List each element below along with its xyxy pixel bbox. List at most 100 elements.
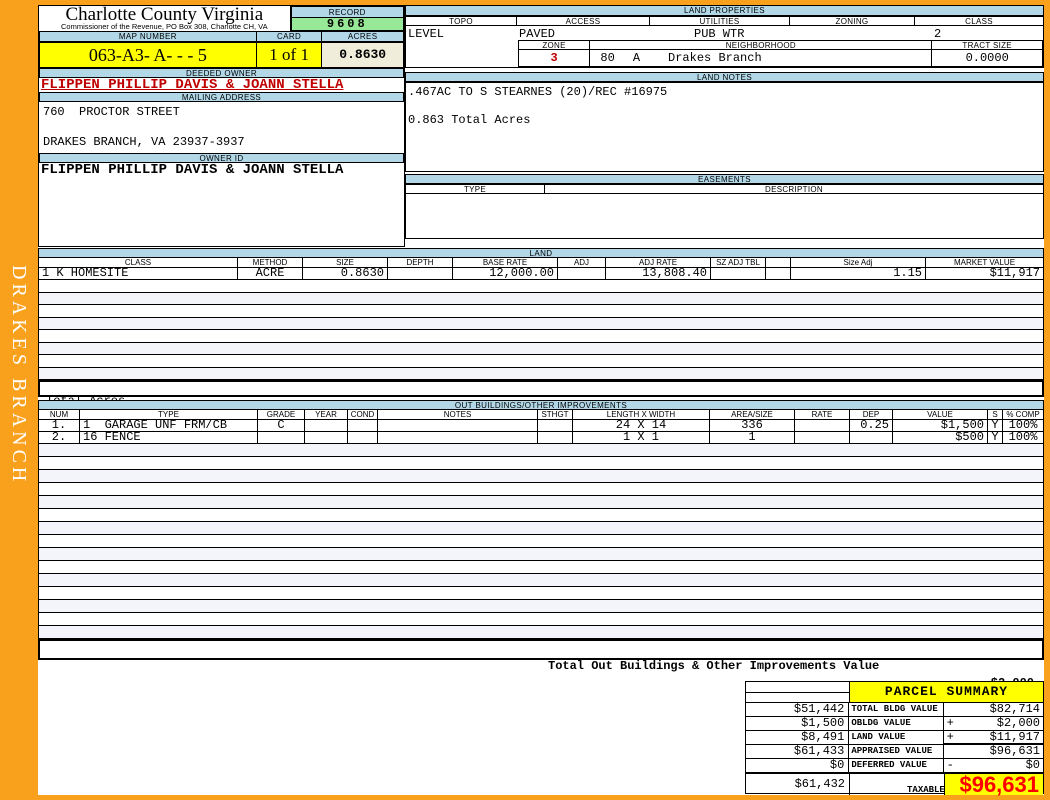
- out-empty-row: [38, 574, 1044, 587]
- out-empty-row: [38, 600, 1044, 613]
- land-depth-value: [388, 268, 453, 280]
- land-base-rate-value: 12,000.00: [453, 268, 558, 280]
- summary-prior-empty-cell: [746, 682, 849, 693]
- land-col-blank: [766, 258, 791, 268]
- out-area-size: 1: [710, 432, 795, 444]
- owner-id-label: OWNER ID: [39, 153, 404, 163]
- owner-header-block: Charlotte County Virginia Commissioner o…: [38, 5, 405, 247]
- acres-label: ACRES: [322, 31, 404, 42]
- county-title-box: Charlotte County Virginia Commissioner o…: [39, 6, 291, 31]
- out-pct-comp: 100%: [1003, 432, 1044, 444]
- mailing-address-box: 760 PROCTOR STREET DRAKES BRANCH, VA 239…: [39, 102, 404, 153]
- land-col-base-rate: BASE RATE: [453, 258, 558, 268]
- class-value: 2: [934, 27, 942, 41]
- easement-description-header: DESCRIPTION: [545, 184, 1044, 194]
- out-type: 16 FENCE: [80, 432, 258, 444]
- tract-size-label: TRACT SIZE: [932, 40, 1043, 50]
- out-empty-row: [38, 496, 1044, 509]
- parcel-summary-title: PARCEL SUMMARY: [850, 682, 1043, 702]
- summary-row: $0 DEFERRED VALUE - $0: [746, 759, 1043, 773]
- out-empty-row: [38, 626, 1044, 639]
- out-total-label: Total Out Buildings & Other Improvements…: [548, 659, 880, 673]
- prior-land: $8,491: [746, 731, 850, 744]
- neighborhood-label: NEIGHBORHOOD: [590, 40, 933, 50]
- out-cond: [348, 432, 378, 444]
- easements-title: EASEMENTS: [405, 174, 1044, 184]
- card-label: CARD: [256, 31, 323, 42]
- taxable-label: TAXABLE VALUE: [850, 774, 945, 795]
- summary-row: $61,433 APPRAISED VALUE $96,631: [746, 743, 1044, 759]
- out-area-size: 336: [710, 420, 795, 432]
- land-col-adj-rate: ADJ RATE: [606, 258, 711, 268]
- deferred-value: $0: [1025, 758, 1041, 772]
- neighborhood-name: Drakes Branch: [668, 51, 762, 65]
- card-value: 1 of 1: [256, 42, 323, 68]
- out-empty-row: [38, 613, 1044, 626]
- land-sz-adj-tbl-value: [711, 268, 766, 280]
- prior-total-bldg: $51,442: [746, 703, 850, 716]
- out-empty-row: [38, 483, 1044, 496]
- out-building-row: 2. 16 FENCE 1 X 1 1 $500 Y 100%: [38, 432, 1044, 444]
- out-col-pct-comp: % COMP: [1003, 410, 1044, 420]
- out-dep: [850, 432, 893, 444]
- easements-empty-box: [405, 194, 1044, 239]
- out-col-length-width: LENGTH X WIDTH: [573, 410, 710, 420]
- land-value-label: LAND VALUE: [849, 731, 944, 744]
- land-empty-row: [38, 342, 1044, 355]
- land-note-line2: 0.863 Total Acres: [408, 113, 531, 127]
- land-properties-title: LAND PROPERTIES: [405, 5, 1044, 16]
- land-empty-row: [38, 292, 1044, 305]
- land-adj-value: [558, 268, 606, 280]
- total-bldg-label: TOTAL BLDG VALUE: [849, 703, 944, 716]
- easement-type-header: TYPE: [405, 184, 545, 194]
- out-rate: [795, 432, 850, 444]
- appraised-op: [943, 743, 962, 758]
- out-col-grade: GRADE: [258, 410, 305, 420]
- land-size-value: 0.8630: [303, 268, 388, 280]
- out-col-cond: COND: [348, 410, 378, 420]
- out-col-s: S: [988, 410, 1003, 420]
- land-properties-block: LAND PROPERTIES TOPO ACCESS UTILITIES ZO…: [405, 5, 1044, 239]
- land-notes-box: .467AC TO S STEARNES (20)/REC #16975 0.8…: [405, 82, 1044, 172]
- out-col-notes: NOTES: [378, 410, 538, 420]
- content-area: Charlotte County Virginia Commissioner o…: [38, 5, 1044, 796]
- land-empty-row: [38, 305, 1044, 318]
- out-col-num: NUM: [38, 410, 80, 420]
- land-empty-row: [38, 317, 1044, 330]
- out-s: Y: [988, 432, 1003, 444]
- out-dep: 0.25: [850, 420, 893, 432]
- out-buildings-table: OUT BUILDINGS/OTHER IMPROVEMENTS NUM TYP…: [38, 400, 1044, 690]
- obldg-op: +: [946, 716, 954, 730]
- appraised-label: APPRAISED VALUE: [849, 745, 944, 758]
- summary-row: $51,442 TOTAL BLDG VALUE $82,714: [746, 703, 1043, 717]
- deeded-owner-label: DEEDED OWNER: [39, 68, 404, 78]
- out-pct-comp: 100%: [1003, 420, 1044, 432]
- prior-taxable: $61,432: [746, 774, 850, 795]
- summary-row: $1,500 OBLDG VALUE + $2,000: [746, 717, 1043, 731]
- land-col-depth: DEPTH: [388, 258, 453, 268]
- utilities-value: PUB WTR: [694, 27, 745, 41]
- record-value: 9608: [290, 18, 404, 31]
- land-col-sz-adj-tbl: SZ ADJ TBL: [711, 258, 766, 268]
- taxable-value-row: $61,432 TAXABLE VALUE $96,631: [746, 773, 1043, 796]
- land-col-method: METHOD: [238, 258, 303, 268]
- out-s: Y: [988, 420, 1003, 432]
- record-box: RECORD 9608: [290, 6, 404, 31]
- land-note-line1: .467AC TO S STEARNES (20)/REC #16975: [408, 85, 668, 99]
- summary-prior-empty-cell: [746, 693, 849, 703]
- land-col-size: SIZE: [303, 258, 388, 268]
- utilities-header: UTILITIES: [650, 16, 790, 26]
- prior-obldg: $1,500: [746, 717, 850, 730]
- zone-label: ZONE: [517, 40, 591, 50]
- out-empty-row: [38, 561, 1044, 574]
- out-col-sthgt: STHGT: [538, 410, 573, 420]
- parcel-summary-table: PARCEL SUMMARY $51,442 TOTAL BLDG VALUE …: [745, 681, 1044, 796]
- out-col-year: YEAR: [305, 410, 348, 420]
- out-empty-row: [38, 444, 1044, 457]
- access-value: PAVED: [519, 27, 556, 41]
- zoning-header: ZONING: [790, 16, 915, 26]
- out-empty-row: [38, 509, 1044, 522]
- total-bldg-value: $82,714: [989, 702, 1041, 716]
- land-blank-value: [766, 268, 791, 280]
- neighborhood-code: 80: [600, 51, 615, 65]
